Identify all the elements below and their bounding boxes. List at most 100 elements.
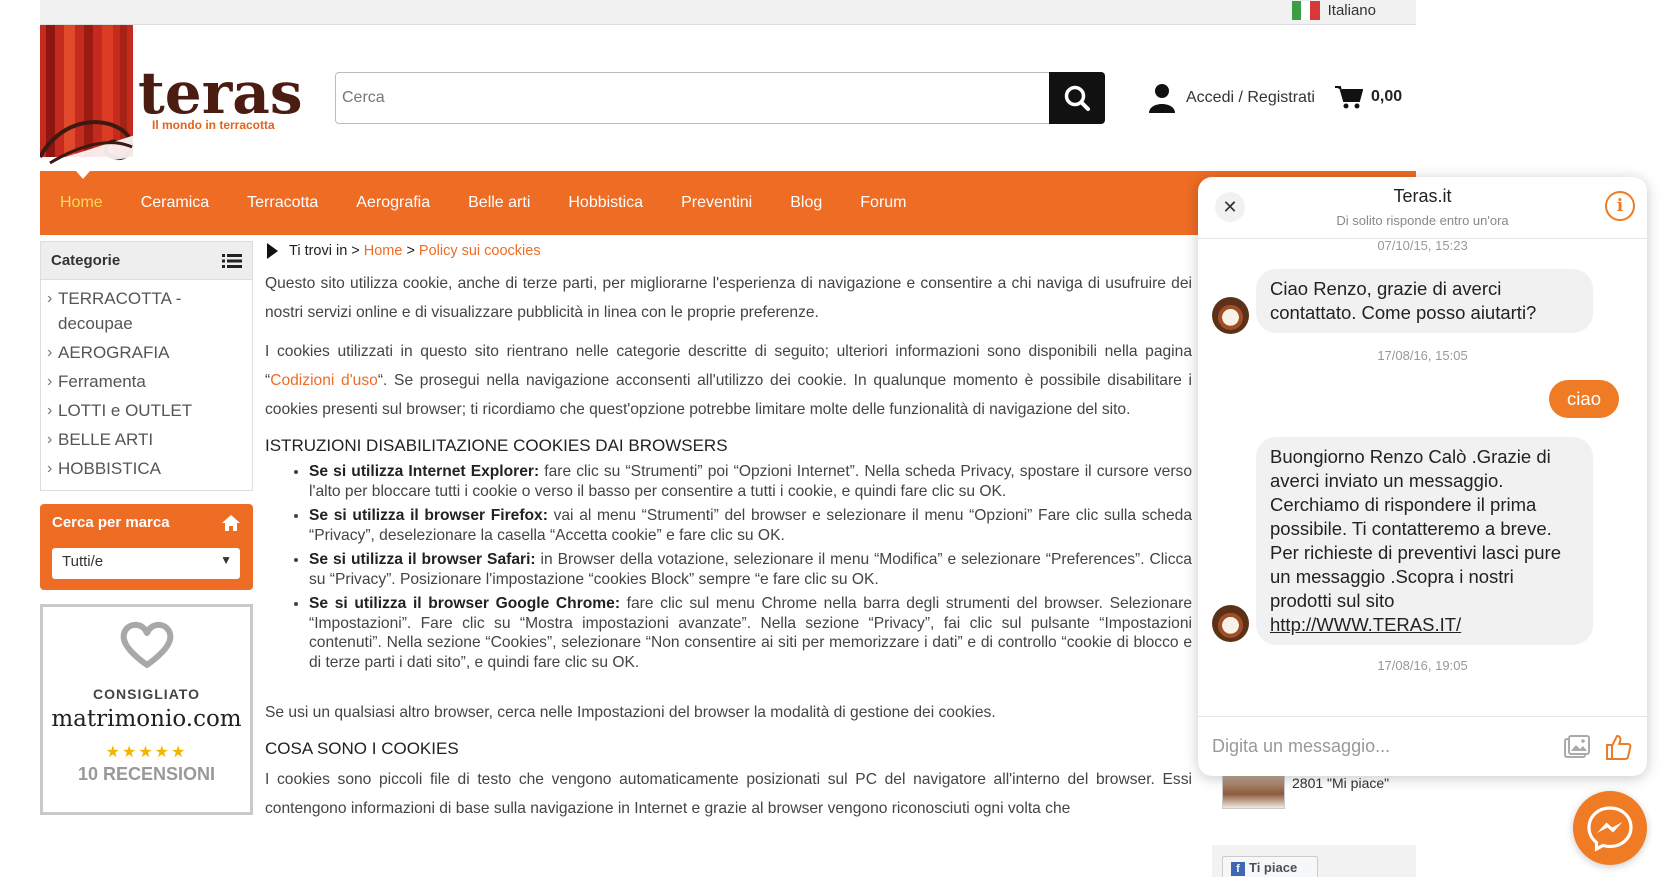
chat-message-outgoing: ciao <box>1549 380 1619 418</box>
login-label: Accedi / Registrati <box>1186 89 1315 106</box>
list-item-lead: Se si utilizza il browser Firefox: <box>309 507 548 524</box>
badge-recommended: CONSIGLIATO <box>93 686 200 702</box>
play-arrow-icon <box>267 243 278 259</box>
breadcrumb-separator: > <box>406 243 415 259</box>
chat-message-incoming: Ciao Renzo, grazie di averci contattato.… <box>1256 269 1593 333</box>
nav-item-belle-arti[interactable]: Belle arti <box>468 194 530 212</box>
badge-reviews: 10 RECENSIONI <box>77 764 216 784</box>
chat-message-link[interactable]: http://WWW.TERAS.IT/ <box>1270 614 1461 635</box>
chat-title: Teras.it <box>1393 186 1452 206</box>
brand-filter-title: Cerca per marca <box>52 514 170 531</box>
page: Italiano teras Il mondo in terracotta Ce… <box>0 0 1662 877</box>
chat-subtitle: Di solito risponde entro un'ora <box>1336 213 1509 228</box>
teras-logo-icon: teras Il mondo in terracotta <box>38 25 302 170</box>
chat-timestamp: 17/08/16, 15:05 <box>1377 348 1468 363</box>
language-label: Italiano <box>1327 2 1376 19</box>
list-item-lead: Se si utilizza il browser Safari: <box>309 551 536 568</box>
image-icon[interactable] <box>1563 734 1591 760</box>
search-bar <box>335 72 1105 124</box>
categories-header[interactable]: Categorie <box>41 242 252 280</box>
search-input[interactable] <box>336 73 1049 123</box>
category-item[interactable]: LOTTI e OUTLET <box>41 396 252 425</box>
list-icon <box>222 253 242 268</box>
browsers-list: Se si utilizza Internet Explorer: fare c… <box>265 462 1192 672</box>
what-are-cookies-heading: COSA SONO I COOKIES <box>265 739 459 758</box>
main-content: Ti trovi in > Home > Policy sui coockies… <box>265 241 1192 833</box>
top-bar: Italiano <box>40 0 1416 25</box>
chat-message-incoming: Buongiorno Renzo Calò .Grazie di averci … <box>1256 437 1593 645</box>
chat-timestamp: 07/10/15, 15:23 <box>1377 238 1468 253</box>
matrimonio-badge[interactable]: CONSIGLIATO matrimonio.com ★★★★★ 10 RECE… <box>40 604 253 815</box>
what-are-cookies-paragraph: I cookies sono piccoli file di testo che… <box>265 771 1192 817</box>
category-item[interactable]: HOBBISTICA <box>41 454 252 483</box>
cart-total: 0,00 <box>1371 88 1403 105</box>
nav-item-terracotta[interactable]: Terracotta <box>247 194 318 212</box>
categories-paragraph: I cookies utilizzati in questo sito rien… <box>265 337 1192 424</box>
breadcrumb: Ti trovi in > Home > Policy sui coockies <box>265 241 1192 261</box>
intro-paragraph: Questo sito utilizza cookie, anche di te… <box>265 275 1192 321</box>
thumbs-up-icon[interactable] <box>1605 733 1633 761</box>
chat-header: ✕ Teras.it Di solito risponde entro un'o… <box>1198 177 1647 239</box>
avatar <box>1212 297 1249 334</box>
breadcrumb-home[interactable]: Home <box>364 241 403 261</box>
cart-icon <box>1335 86 1363 109</box>
category-item[interactable]: Ferramenta <box>41 367 252 396</box>
heart-icon <box>120 621 173 668</box>
site-logo[interactable]: teras Il mondo in terracotta <box>38 25 330 170</box>
facebook-like-button[interactable]: f Ti piace <box>1222 856 1318 877</box>
messenger-icon <box>1587 806 1633 852</box>
chat-message-text: Buongiorno Renzo Calò .Grazie di averci … <box>1270 446 1561 611</box>
logo-wordmark: teras <box>138 59 302 127</box>
category-item[interactable]: TERRACOTTA - decoupae <box>41 284 252 338</box>
list-item-lead: Se si utilizza Internet Explorer: <box>309 463 540 480</box>
login-register-link[interactable]: Accedi / Registrati <box>1148 83 1315 113</box>
category-item[interactable]: AEROGRAFIA <box>41 338 252 367</box>
message-input[interactable] <box>1212 736 1563 757</box>
search-button[interactable] <box>1049 72 1105 124</box>
info-icon[interactable]: i <box>1605 191 1635 221</box>
list-item: Se si utilizza il browser Firefox: vai a… <box>309 506 1192 545</box>
brand-filter-panel: Cerca per marca Tutti/e ▼ <box>40 504 253 590</box>
nav-item-preventini[interactable]: Preventini <box>681 194 752 212</box>
list-item: Se si utilizza il browser Google Chrome:… <box>309 594 1192 672</box>
breadcrumb-prefix: Ti trovi in <box>289 243 348 259</box>
category-item[interactable]: BELLE ARTI <box>41 425 252 454</box>
categories-panel: Categorie TERRACOTTA - decoupae AEROGRAF… <box>40 241 253 491</box>
list-item-lead: Se si utilizza il browser Google Chrome: <box>309 595 621 612</box>
badge-site: matrimonio.com <box>51 706 242 732</box>
language-selector[interactable]: Italiano <box>1291 1 1376 20</box>
categories-list: TERRACOTTA - decoupae AEROGRAFIA Ferrame… <box>41 280 252 483</box>
nav-item-forum[interactable]: Forum <box>860 194 906 212</box>
nav-item-aerografia[interactable]: Aerografia <box>356 194 430 212</box>
breadcrumb-separator: > <box>351 243 360 259</box>
nav-item-hobbistica[interactable]: Hobbistica <box>568 194 643 212</box>
italy-flag-icon <box>1291 1 1320 20</box>
messenger-chat-window: ✕ Teras.it Di solito risponde entro un'o… <box>1198 177 1647 776</box>
other-browser-paragraph: Se usi un qualsiasi altro browser, cerca… <box>265 704 996 721</box>
breadcrumb-current[interactable]: Policy sui coockies <box>419 241 541 261</box>
facebook-like-label: Ti piace <box>1249 860 1298 875</box>
list-item: Se si utilizza Internet Explorer: fare c… <box>309 462 1192 501</box>
facebook-likes: 2801 "Mi piace" <box>1292 775 1390 791</box>
chat-timestamp: 17/08/16, 19:05 <box>1377 658 1468 673</box>
nav-item-blog[interactable]: Blog <box>790 194 822 212</box>
categories-title: Categorie <box>51 252 121 269</box>
brand-select-value: Tutti/e <box>62 553 104 570</box>
user-icon <box>1149 84 1175 113</box>
paragraph-text: “. Se prosegui nella navigazione acconse… <box>265 372 1193 418</box>
cart-button[interactable]: 0,00 <box>1335 85 1402 109</box>
brand-select[interactable]: Tutti/e ▼ <box>52 548 240 579</box>
avatar <box>1212 605 1249 642</box>
facebook-icon: f <box>1231 862 1245 876</box>
nav-item-ceramica[interactable]: Ceramica <box>141 194 209 212</box>
browsers-heading: ISTRUZIONI DISABILITAZIONE COOKIES DAI B… <box>265 436 728 455</box>
nav-active-caret <box>76 171 90 179</box>
terms-link[interactable]: Codizioni d'uso <box>270 372 378 389</box>
messenger-launcher-button[interactable] <box>1573 791 1647 865</box>
nav-item-home[interactable]: Home <box>60 194 103 212</box>
chat-composer <box>1198 716 1647 776</box>
chevron-down-icon: ▼ <box>220 553 232 567</box>
list-item: Se si utilizza il browser Safari: in Bro… <box>309 550 1192 589</box>
logo-tagline: Il mondo in terracotta <box>152 118 275 132</box>
facebook-page-thumbnail[interactable] <box>1222 772 1285 809</box>
